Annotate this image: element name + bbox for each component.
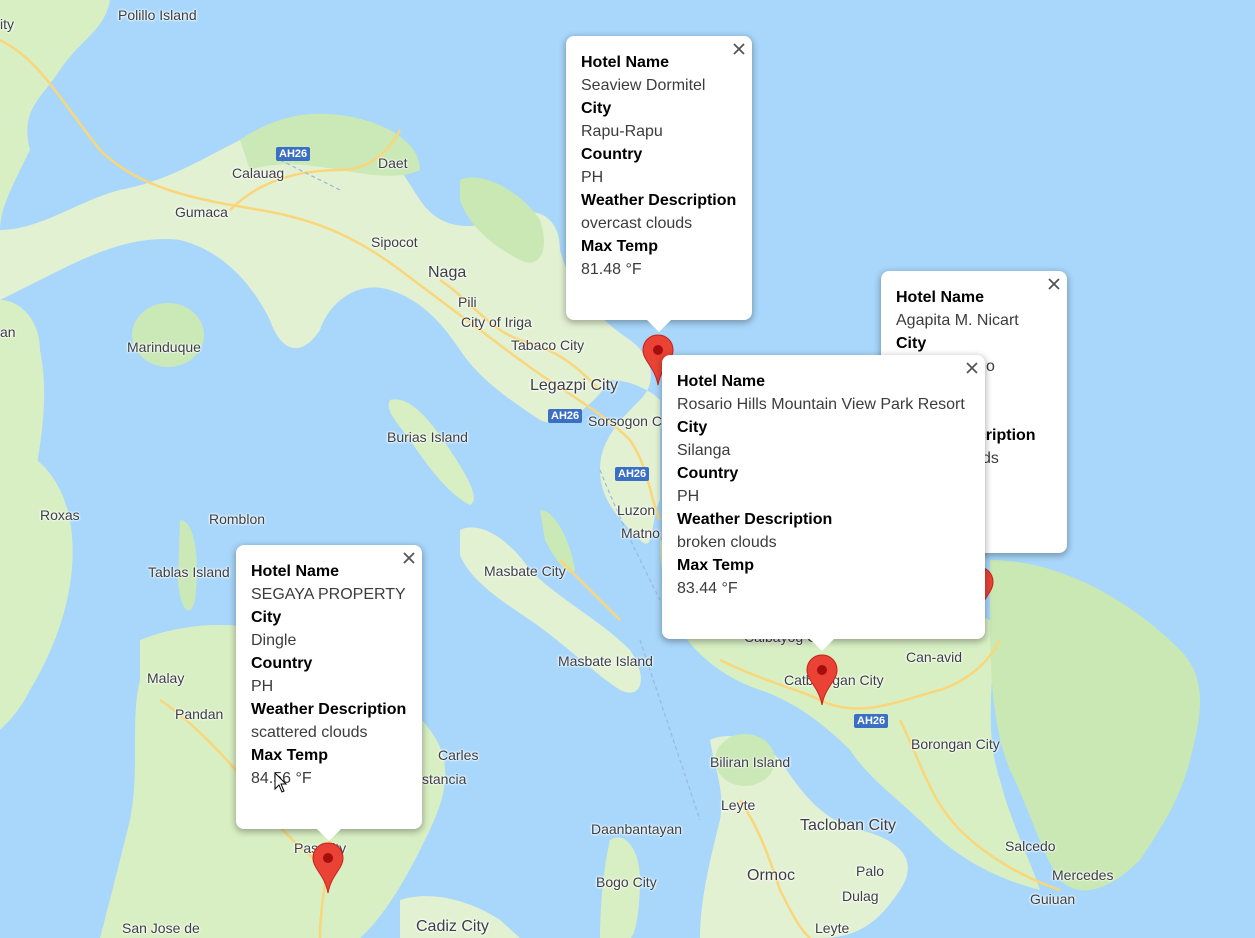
max-temp-value: 81.48 °F [581,261,642,278]
close-icon[interactable] [732,42,746,56]
field-label: City [677,419,708,436]
info-window-dingle: Hotel Name SEGAYA PROPERTY City Dingle C… [236,545,422,841]
hotel-name-value: Seaview Dormitel [581,77,706,94]
label-borongan: Borongan City [911,736,1000,752]
city-value: Silanga [677,442,731,459]
hotel-name-value: Rosario Hills Mountain View Park Resort [677,396,965,413]
country-value: PH [581,169,604,186]
label-tabaco-city: Tabaco City [511,337,585,353]
field-label: City [251,609,282,626]
popup-tail [647,320,671,332]
label-an-partial: an [0,324,16,340]
field-label: City [581,100,612,117]
label-naga: Naga [428,264,467,281]
close-icon[interactable] [402,551,416,565]
map-marker-icon[interactable] [312,842,344,894]
hotel-name-value: SEGAYA PROPERTY [251,586,406,603]
weather-value: broken clouds [677,534,777,551]
country-value: PH [251,678,274,695]
weather-value: scattered clouds [251,724,368,741]
label-salcedo: Salcedo [1005,838,1056,854]
popup-tail [317,829,341,841]
field-label: Hotel Name [896,289,985,306]
label-polillo-island: Polillo Island [118,7,197,23]
field-label: Hotel Name [677,373,766,390]
label-luzon: Luzon [617,502,656,518]
road-shield-ah26: AH26 [615,467,650,481]
label-daanbantayan: Daanbantayan [591,821,683,837]
road-shield-ah26: AH26 [276,147,311,161]
label-pili: Pili [458,294,477,310]
field-label: Country [677,465,739,482]
field-label: Weather Description [581,192,737,209]
country-value: PH [677,488,700,505]
map-marker-icon[interactable] [806,654,838,706]
label-city-partial: ity [0,16,14,32]
field-label: Weather Description [677,511,833,528]
label-roxas: Roxas [40,507,80,523]
label-daet: Daet [378,155,408,171]
label-ormoc: Ormoc [747,867,795,884]
label-pandan: Pandan [175,706,224,722]
field-label: Country [251,655,313,672]
land-marinduque [132,303,204,367]
label-tablas-island: Tablas Island [148,564,230,580]
label-estancia: stancia [422,771,467,787]
label-bogo-city: Bogo City [596,874,657,890]
close-icon[interactable] [1047,277,1061,291]
weather-value: overcast clouds [581,215,693,232]
label-burias-island: Burias Island [387,429,468,445]
city-value: Rapu-Rapu [581,123,663,140]
label-romblon: Romblon [209,511,266,527]
label-carles: Carles [438,747,479,763]
city-value: Dingle [251,632,297,649]
label-tacloban: Tacloban City [800,817,897,834]
label-guiuan: Guiuan [1030,891,1076,907]
label-gumaca: Gumaca [175,204,228,220]
hotel-name-value: Agapita M. Nicart [896,312,1019,329]
label-sorsogon: Sorsogon C [588,413,662,429]
field-label: Hotel Name [251,563,340,580]
label-cadiz-city: Cadiz City [416,918,489,935]
field-label: Country [581,146,643,163]
label-calauag: Calauag [232,165,285,181]
field-label: Hotel Name [581,54,670,71]
road-shield-ah26: AH26 [548,409,583,423]
popup-tail [810,639,834,651]
field-label: Max Temp [251,747,329,764]
mouse-cursor-icon [274,772,288,793]
label-city-of-iriga: City of Iriga [461,314,532,330]
field-label: Max Temp [581,238,659,255]
field-label: City [896,335,927,352]
label-matnog: Matno [621,525,660,541]
label-leyte-south: Leyte [815,920,850,936]
label-leyte: Leyte [721,797,756,813]
field-label: Max Temp [677,557,755,574]
label-legazpi-city: Legazpi City [530,377,619,394]
max-temp-value: 83.44 °F [677,580,738,597]
label-malay: Malay [147,670,185,686]
label-masbate-island: Masbate Island [558,653,653,669]
field-label: Weather Description [251,701,407,718]
label-biliran-island: Biliran Island [710,754,791,770]
label-san-jose: San Jose de [122,920,200,936]
road-shield-ah26: AH26 [854,714,889,728]
label-dulag: Dulag [842,888,879,904]
close-icon[interactable] [965,361,979,375]
label-mercedes: Mercedes [1052,867,1114,883]
label-sipocot: Sipocot [371,234,418,250]
label-palo: Palo [856,863,885,879]
info-window-rapu-rapu: Hotel Name Seaview Dormitel City Rapu-Ra… [566,36,752,332]
label-can-avid: Can-avid [906,649,963,665]
info-window-silanga: Hotel Name Rosario Hills Mountain View P… [662,355,985,651]
label-marinduque: Marinduque [127,339,201,355]
label-masbate-city: Masbate City [484,563,566,579]
